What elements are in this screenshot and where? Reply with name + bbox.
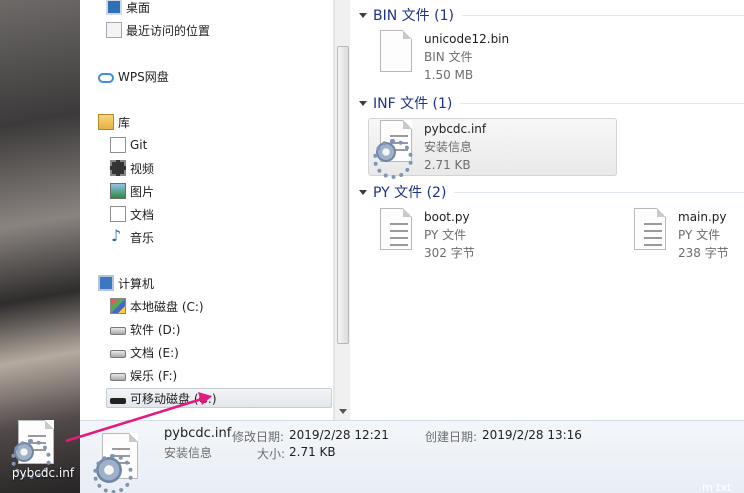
git-icon (110, 137, 126, 153)
file-size: 2.71 KB (424, 158, 471, 172)
nav-item-label: 库 (118, 115, 131, 130)
nav-item-computer[interactable]: 计算机 (98, 273, 154, 293)
scrollbar-thumb[interactable] (337, 46, 349, 344)
nav-item-drive-c[interactable]: 本地磁盘 (C:) (110, 296, 204, 316)
nav-item-music[interactable]: 音乐 (110, 226, 155, 247)
nav-item-wps-cloud[interactable]: WPS网盘 (98, 66, 169, 86)
nav-item-drive-f[interactable]: 娱乐 (F:) (110, 365, 177, 385)
desktop-file-pybcdc-inf[interactable]: pybcdc.inf (8, 418, 74, 486)
nav-item-label: 可移动磁盘 (G:) (130, 391, 217, 406)
nav-item-label: 文档 (E:) (130, 345, 179, 360)
collapse-chevron-icon[interactable] (359, 12, 367, 18)
file-type: BIN 文件 (424, 50, 473, 64)
drive-icon (110, 350, 126, 358)
nav-item-library[interactable]: 库 (98, 112, 130, 132)
nav-item-label: 图片 (130, 184, 155, 199)
nav-item-pictures[interactable]: 图片 (110, 181, 154, 201)
collapse-chevron-icon[interactable] (359, 189, 367, 195)
recent-places-icon (106, 22, 122, 38)
nav-item-label: 软件 (D:) (130, 322, 181, 337)
details-file-type: 安装信息 (164, 446, 213, 460)
nav-item-drive-e[interactable]: 文档 (E:) (110, 342, 179, 362)
desktop-icon-label: pybcdc.inf (11, 466, 75, 480)
cloud-icon (98, 72, 114, 83)
file-type: 安装信息 (424, 140, 473, 154)
details-created-label: 创建日期: (425, 430, 478, 444)
details-created-value: 2019/2/28 13:16 (482, 428, 582, 442)
file-item-boot-py[interactable]: boot.py PY 文件 302 字节 (378, 208, 578, 266)
collapse-chevron-icon[interactable] (359, 100, 367, 106)
nav-item-label: 娱乐 (F:) (130, 368, 178, 383)
document-icon (110, 206, 126, 222)
usb-drive-icon (110, 397, 126, 404)
computer-icon (98, 275, 114, 291)
explorer-window: 桌面 最近访问的位置 WPS网盘 库 Git 视频 图片 文档 ♪ 音乐 计算机… (80, 0, 744, 493)
taskbar-text: m txt (702, 481, 732, 493)
navigation-pane: 桌面 最近访问的位置 WPS网盘 库 Git 视频 图片 文档 ♪ 音乐 计算机… (80, 0, 334, 420)
file-type: PY 文件 (424, 228, 467, 242)
group-title: BIN 文件 (1) (373, 8, 454, 24)
file-size: 238 字节 (678, 246, 729, 260)
group-header-bin[interactable]: BIN 文件 (1) (350, 4, 744, 26)
file-name: boot.py (424, 210, 470, 224)
file-name: pybcdc.inf (424, 122, 487, 136)
details-modified-label: 修改日期: (232, 430, 285, 444)
video-icon (110, 160, 126, 176)
blank-file-icon (378, 30, 412, 74)
text-file-icon (378, 208, 412, 252)
nav-item-recent-places[interactable]: 最近访问的位置 (106, 20, 210, 40)
gear-icon (11, 439, 51, 479)
nav-item-label: 计算机 (118, 276, 155, 291)
nav-item-desktop[interactable]: 桌面 (106, 0, 150, 17)
group-header-inf[interactable]: INF 文件 (1) (350, 92, 744, 114)
nav-item-removable-g[interactable]: 可移动磁盘 (G:) (106, 388, 332, 408)
nav-item-label: 视频 (130, 161, 155, 176)
nav-item-documents[interactable]: 文档 (110, 204, 154, 224)
setup-info-file-icon (373, 120, 413, 179)
file-list-pane: BIN 文件 (1) unicode12.bin BIN 文件 1.50 MB … (350, 0, 744, 420)
file-name: main.py (678, 210, 727, 224)
file-item-pybcdc-inf[interactable]: pybcdc.inf 安装信息 2.71 KB (368, 118, 617, 179)
nav-item-label: 音乐 (130, 230, 155, 245)
details-size-value: 2.71 KB (289, 445, 336, 459)
file-type: PY 文件 (678, 228, 721, 242)
file-size: 1.50 MB (424, 68, 474, 82)
drive-icon (110, 373, 126, 381)
file-size: 302 字节 (424, 246, 475, 260)
desktop-icon (106, 0, 122, 15)
nav-item-label: WPS网盘 (118, 69, 169, 84)
nav-item-label: 最近访问的位置 (126, 23, 211, 38)
group-title: PY 文件 (2) (373, 185, 447, 201)
nav-item-label: 文档 (130, 207, 155, 222)
details-size-label: 大小: (257, 447, 286, 461)
nav-item-label: Git (130, 138, 148, 152)
group-title: INF 文件 (1) (373, 96, 453, 112)
text-file-icon (632, 208, 666, 252)
drive-icon (110, 327, 126, 335)
nav-scrollbar[interactable] (334, 0, 350, 420)
file-name: unicode12.bin (424, 32, 510, 46)
details-file-name: pybcdc.inf (164, 426, 232, 441)
group-divider (461, 14, 744, 16)
music-icon (110, 226, 126, 245)
file-item-main-py[interactable]: main.py PY 文件 238 字节 (632, 208, 742, 266)
nav-item-drive-d[interactable]: 软件 (D:) (110, 319, 180, 339)
scroll-down-arrow-icon[interactable] (339, 409, 347, 414)
nav-item-git[interactable]: Git (110, 135, 147, 155)
details-modified-value: 2019/2/28 12:21 (289, 428, 389, 442)
system-drive-icon (110, 298, 126, 314)
nav-item-videos[interactable]: 视频 (110, 158, 154, 178)
details-pane: pybcdc.inf 安装信息 修改日期: 2019/2/28 12:21 创建… (80, 420, 744, 493)
nav-item-label: 本地磁盘 (C:) (130, 299, 204, 314)
group-divider (460, 102, 744, 104)
nav-item-label: 桌面 (126, 0, 151, 15)
group-header-py[interactable]: PY 文件 (2) (350, 181, 744, 203)
setup-info-file-icon (93, 433, 140, 493)
group-divider (454, 191, 744, 193)
library-icon (98, 114, 114, 130)
file-item-unicode12-bin[interactable]: unicode12.bin BIN 文件 1.50 MB (378, 30, 618, 88)
picture-icon (110, 183, 126, 199)
